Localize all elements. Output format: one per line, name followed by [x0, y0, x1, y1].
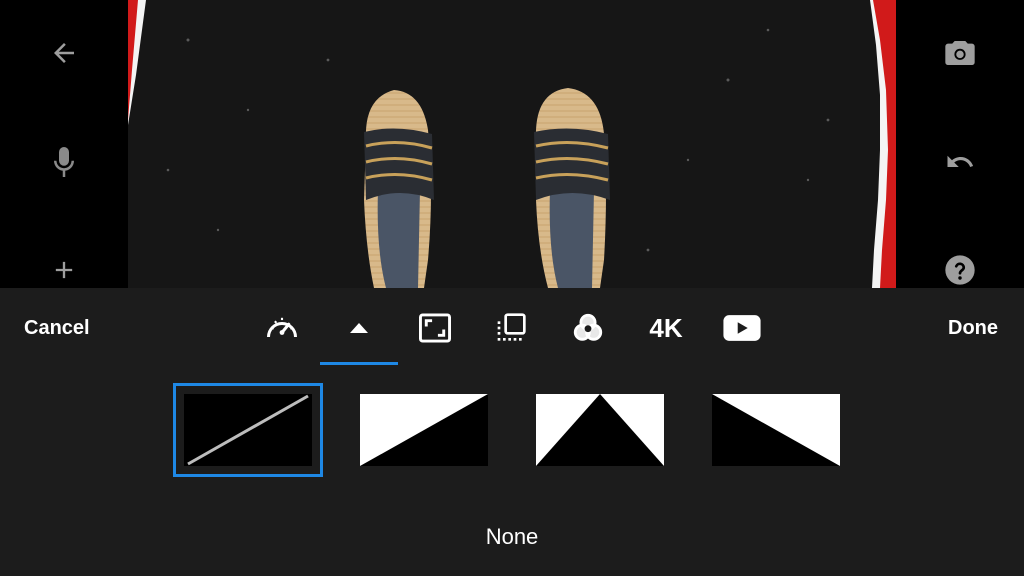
selected-transition-name: None	[485, 524, 539, 549]
transition-reverse-thumb[interactable]	[712, 394, 840, 466]
microphone-icon[interactable]	[46, 144, 82, 180]
quality-4k-button[interactable]: 4K	[644, 308, 688, 348]
left-sandal	[364, 90, 434, 288]
undo-icon[interactable]	[942, 144, 978, 180]
transition-list	[0, 368, 1024, 498]
triangle-peak-icon	[536, 394, 664, 466]
quality-label: 4K	[649, 312, 683, 343]
transition-wipe-thumb[interactable]	[360, 394, 488, 466]
wipe-reverse-icon	[712, 394, 840, 466]
preview-image	[128, 0, 896, 288]
cancel-button[interactable]: Cancel	[24, 314, 90, 342]
camera-icon[interactable]	[942, 35, 978, 71]
none-diagonal-icon	[184, 394, 312, 466]
active-tab-indicator	[320, 362, 398, 365]
right-sandal	[534, 88, 610, 288]
transition-peak-thumb[interactable]	[536, 394, 664, 466]
triangle-up-icon[interactable]	[339, 308, 379, 348]
edit-toolbar: Cancel 4K Done	[0, 288, 1024, 368]
plus-icon[interactable]	[46, 252, 82, 288]
color-circles-icon[interactable]	[568, 308, 608, 348]
layers-icon[interactable]	[491, 308, 531, 348]
transition-none-thumb[interactable]	[173, 383, 323, 477]
help-icon[interactable]	[942, 252, 978, 288]
speedometer-icon[interactable]	[262, 308, 302, 348]
video-preview[interactable]	[128, 0, 896, 288]
crop-frame-icon[interactable]	[415, 308, 455, 348]
editor-top-area	[0, 0, 1024, 288]
wipe-diagonal-icon	[360, 394, 488, 466]
back-arrow-icon[interactable]	[46, 35, 82, 71]
right-rail	[896, 0, 1024, 288]
youtube-play-icon[interactable]	[722, 308, 762, 348]
done-button[interactable]: Done	[948, 314, 998, 342]
left-rail	[0, 0, 128, 288]
